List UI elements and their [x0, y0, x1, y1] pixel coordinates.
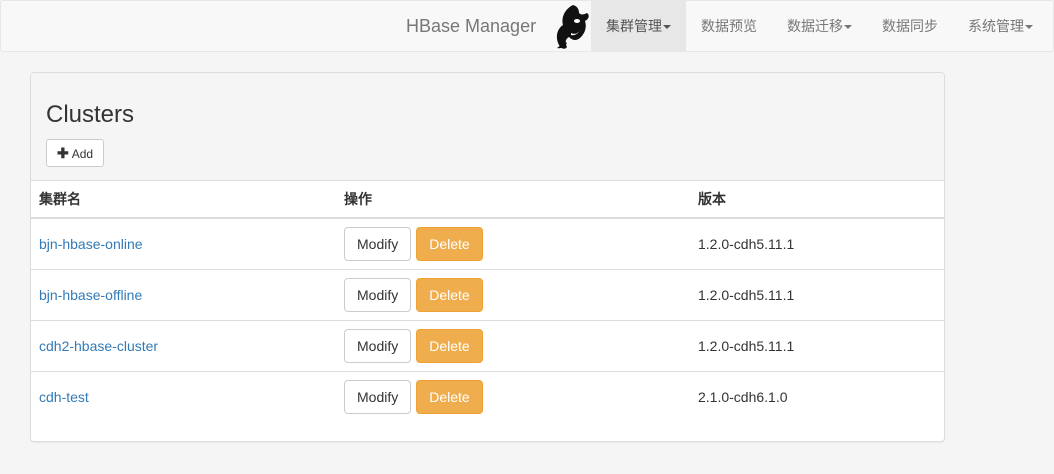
add-button-label: Add	[71, 147, 94, 161]
nav-item-data-migration[interactable]: 数据迁移	[772, 1, 867, 51]
delete-button[interactable]: Delete	[416, 278, 483, 312]
delete-button[interactable]: Delete	[416, 380, 483, 414]
nav-item-label: 集群管理	[606, 18, 662, 34]
cluster-link[interactable]: bjn-hbase-online	[39, 236, 143, 252]
caret-down-icon	[844, 25, 852, 30]
cluster-name-cell: bjn-hbase-online	[31, 218, 336, 270]
nav-item-label: 数据迁移	[787, 18, 843, 34]
modify-button[interactable]: Modify	[344, 329, 412, 363]
nav-item-data-preview[interactable]: 数据预览	[686, 1, 772, 51]
nav-item-label: 数据同步	[882, 18, 938, 34]
column-header-version: 版本	[690, 181, 944, 219]
version-cell: 1.2.0-cdh5.11.1	[690, 320, 944, 372]
actions-cell: Modify Delete	[336, 218, 690, 270]
nav-item-cluster-management[interactable]: 集群管理	[591, 1, 686, 51]
table-row: cdh-test Modify Delete 2.1.0-cdh6.1.0	[31, 372, 944, 423]
nav-item-label: 数据预览	[701, 18, 757, 34]
caret-down-icon	[663, 25, 671, 30]
nav-menu: 集群管理 数据预览 数据迁移 数据同步 系统管理	[591, 1, 1048, 51]
actions-cell: Modify Delete	[336, 372, 690, 423]
cluster-name-cell: cdh2-hbase-cluster	[31, 320, 336, 372]
panel-heading: Clusters ✚ Add	[31, 73, 944, 181]
orca-logo-icon	[551, 3, 591, 51]
add-cluster-button[interactable]: ✚ Add	[46, 139, 105, 167]
column-header-name: 集群名	[31, 181, 336, 219]
cluster-link[interactable]: cdh-test	[39, 389, 89, 405]
cluster-link[interactable]: cdh2-hbase-cluster	[39, 338, 158, 354]
nav-item-data-sync[interactable]: 数据同步	[867, 1, 953, 51]
brand-title[interactable]: HBase Manager	[406, 16, 536, 37]
table-header-row: 集群名 操作 版本	[31, 181, 944, 219]
version-cell: 1.2.0-cdh5.11.1	[690, 218, 944, 270]
clusters-panel: Clusters ✚ Add 集群名 操作 版本 bjn-hbase-online…	[30, 72, 945, 442]
cluster-link[interactable]: bjn-hbase-offline	[39, 287, 142, 303]
modify-button[interactable]: Modify	[344, 380, 412, 414]
table-row: bjn-hbase-offline Modify Delete 1.2.0-cdh…	[31, 269, 944, 321]
actions-cell: Modify Delete	[336, 269, 690, 321]
page-title: Clusters	[46, 101, 135, 128]
version-cell: 2.1.0-cdh6.1.0	[698, 389, 788, 405]
modify-button[interactable]: Modify	[344, 278, 412, 312]
column-header-actions: 操作	[336, 181, 690, 219]
table-row: bjn-hbase-online Modify Delete 1.2.0-cdh5…	[31, 218, 944, 270]
navbar: HBase Manager 集群管理 数据预览 数据迁移 数据同步 系统管理	[0, 0, 1054, 52]
caret-down-icon	[1025, 25, 1033, 30]
actions-cell: Modify Delete	[336, 320, 690, 372]
modify-button[interactable]: Modify	[344, 227, 412, 261]
plus-icon: ✚	[57, 145, 69, 161]
delete-button[interactable]: Delete	[416, 227, 483, 261]
table-row: cdh2-hbase-cluster Modify Delete 1.2.0-cd…	[31, 320, 944, 372]
nav-item-label: 系统管理	[968, 18, 1024, 34]
nav-item-system-management[interactable]: 系统管理	[953, 1, 1048, 51]
cluster-name-cell: bjn-hbase-offline	[31, 269, 336, 321]
clusters-table: 集群名 操作 版本 bjn-hbase-online Modify Delete …	[31, 181, 944, 422]
cluster-name-cell: cdh-test	[31, 372, 336, 423]
version-cell: 1.2.0-cdh5.11.1	[690, 269, 944, 321]
delete-button[interactable]: Delete	[416, 329, 483, 363]
